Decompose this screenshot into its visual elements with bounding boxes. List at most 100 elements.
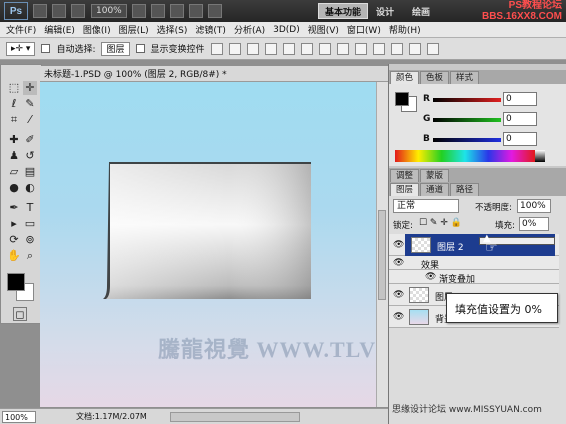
menu-image[interactable]: 图像(I) <box>83 23 111 36</box>
menu-help[interactable]: 帮助(H) <box>389 23 421 36</box>
align-center-icon[interactable] <box>282 42 295 55</box>
document-tab[interactable]: 未标题-1.PSD @ 100% (图层 2, RGB/8#) * <box>40 66 388 82</box>
hand-tool-button[interactable] <box>131 4 146 18</box>
green-value-field[interactable]: 0 <box>503 112 537 126</box>
menu-edit[interactable]: 编辑(E) <box>44 23 75 36</box>
distribute-bottom-icon[interactable] <box>354 42 367 55</box>
distribute-top-icon[interactable] <box>318 42 331 55</box>
workspace-essentials-button[interactable]: 基本功能 <box>318 3 369 19</box>
mini-bridge-button[interactable] <box>52 4 66 18</box>
view-extras-button[interactable] <box>71 4 85 18</box>
hand-tool-icon[interactable]: ✋ <box>7 249 21 263</box>
tool-preset-picker[interactable]: ▸✛ ▾ <box>6 41 36 56</box>
brush-tool-icon[interactable]: ✐ <box>23 133 37 147</box>
clone-stamp-tool-icon[interactable]: ♟ <box>7 149 21 163</box>
crop-tool-icon[interactable]: ⌗ <box>7 113 21 127</box>
menu-layer[interactable]: 图层(L) <box>119 23 149 36</box>
menu-view[interactable]: 视图(V) <box>308 23 339 36</box>
visibility-eye-icon[interactable]: 👁 <box>393 312 404 322</box>
document-canvas[interactable]: 騰龍視覺 WWW.TLVI.NET <box>40 82 376 407</box>
menu-select[interactable]: 选择(S) <box>157 23 188 36</box>
healing-brush-tool-icon[interactable]: ✚ <box>7 133 21 147</box>
distribute-right-icon[interactable] <box>408 42 421 55</box>
tab-swatches[interactable]: 色板 <box>420 71 450 84</box>
layer-row-layer2[interactable]: 👁 图层 2 ▲ ☞ <box>389 233 559 256</box>
type-tool-icon[interactable]: T <box>23 201 37 215</box>
blend-mode-select[interactable]: 正常 <box>393 199 459 213</box>
shape-tool-icon[interactable]: ▭ <box>23 217 37 231</box>
options-bar: ▸✛ ▾ 自动选择: 图层 显示变换控件 <box>0 38 566 60</box>
fill-field[interactable]: 0% <box>519 217 549 231</box>
green-slider[interactable] <box>433 118 501 122</box>
menu-filter[interactable]: 滤镜(T) <box>195 23 226 36</box>
color-spectrum-bar[interactable] <box>395 150 535 162</box>
blue-slider[interactable] <box>433 138 501 142</box>
auto-align-icon[interactable] <box>426 42 439 55</box>
align-bottom-icon[interactable] <box>246 42 259 55</box>
marquee-tool-icon[interactable]: ⬚ <box>7 81 21 95</box>
menu-window[interactable]: 窗口(W) <box>347 23 381 36</box>
menu-analysis[interactable]: 分析(A) <box>234 23 265 36</box>
rotate-view-button[interactable] <box>169 4 184 18</box>
lock-icons[interactable]: ☐ ✎ ✛ 🔒 <box>419 218 462 228</box>
black-white-ramp[interactable] <box>535 150 545 162</box>
status-zoom-field[interactable]: 100% <box>2 410 36 423</box>
menu-3d[interactable]: 3D(D) <box>273 25 300 35</box>
opacity-field[interactable]: 100% <box>517 199 551 213</box>
3d-orbit-tool-icon[interactable]: ⊚ <box>23 233 37 247</box>
horizontal-scrollbar[interactable] <box>170 412 300 422</box>
vertical-scroll-thumb[interactable] <box>378 210 386 300</box>
path-select-tool-icon[interactable]: ▸ <box>7 217 21 231</box>
menu-file[interactable]: 文件(F) <box>6 23 36 36</box>
move-tool-icon[interactable]: ✛ <box>23 81 37 95</box>
workspace-painting[interactable]: 绘画 <box>412 5 430 18</box>
foreground-color-swatch[interactable] <box>7 273 25 291</box>
lasso-tool-icon[interactable]: ℓ <box>7 97 21 111</box>
layer-effects-row[interactable]: 👁 效果 <box>389 256 559 271</box>
align-middle-icon[interactable] <box>228 42 241 55</box>
auto-select-target-select[interactable]: 图层 <box>101 41 130 56</box>
red-value-field[interactable]: 0 <box>503 92 537 106</box>
distribute-middle-icon[interactable] <box>336 42 349 55</box>
align-top-icon[interactable] <box>210 42 223 55</box>
auto-select-checkbox[interactable] <box>41 44 51 53</box>
show-transform-checkbox[interactable] <box>135 44 145 53</box>
tab-styles[interactable]: 样式 <box>450 71 480 84</box>
quick-mask-icon[interactable]: ◻ <box>13 307 27 321</box>
arrange-documents-button[interactable] <box>188 4 203 18</box>
eraser-tool-icon[interactable]: ▱ <box>7 165 21 179</box>
tab-channels[interactable]: 通道 <box>420 183 450 196</box>
visibility-eye-icon[interactable]: 👁 <box>393 258 404 268</box>
layer-thumbnail <box>409 287 429 303</box>
workspace-design[interactable]: 设计 <box>376 5 394 18</box>
layer-effect-gradient-row[interactable]: 👁 渐变叠加 <box>389 270 559 285</box>
tab-masks[interactable]: 蒙版 <box>420 169 450 182</box>
visibility-eye-icon[interactable]: 👁 <box>393 240 404 250</box>
panel-foreground-swatch[interactable] <box>395 92 409 106</box>
zoom-tool-icon[interactable]: ⌕ <box>23 249 37 263</box>
pen-tool-icon[interactable]: ✒ <box>7 201 21 215</box>
tab-paths[interactable]: 路径 <box>450 183 480 196</box>
bridge-button[interactable] <box>33 4 47 18</box>
zoom-tool-button[interactable] <box>150 4 165 18</box>
3d-rotate-tool-icon[interactable]: ⟳ <box>7 233 21 247</box>
history-brush-tool-icon[interactable]: ↺ <box>23 149 37 163</box>
tab-color[interactable]: 颜色 <box>390 71 420 84</box>
distribute-left-icon[interactable] <box>372 42 385 55</box>
screen-mode-button[interactable] <box>207 4 222 18</box>
quick-select-tool-icon[interactable]: ✎ <box>23 97 37 111</box>
zoom-level-select[interactable]: 100% <box>91 4 127 18</box>
blue-value-field[interactable]: 0 <box>503 132 537 146</box>
visibility-eye-icon[interactable]: 👁 <box>393 290 404 300</box>
align-right-icon[interactable] <box>300 42 313 55</box>
tab-layers[interactable]: 图层 <box>390 183 420 196</box>
dodge-tool-icon[interactable]: ◐ <box>23 181 37 195</box>
visibility-eye-icon[interactable]: 👁 <box>425 272 436 282</box>
red-slider[interactable] <box>433 98 501 102</box>
gradient-tool-icon[interactable]: ▤ <box>23 165 37 179</box>
eyedropper-tool-icon[interactable]: ⁄ <box>23 113 37 127</box>
distribute-center-icon[interactable] <box>390 42 403 55</box>
align-left-icon[interactable] <box>264 42 277 55</box>
tab-adjustments[interactable]: 调整 <box>390 169 420 182</box>
blur-tool-icon[interactable]: ● <box>7 181 21 195</box>
